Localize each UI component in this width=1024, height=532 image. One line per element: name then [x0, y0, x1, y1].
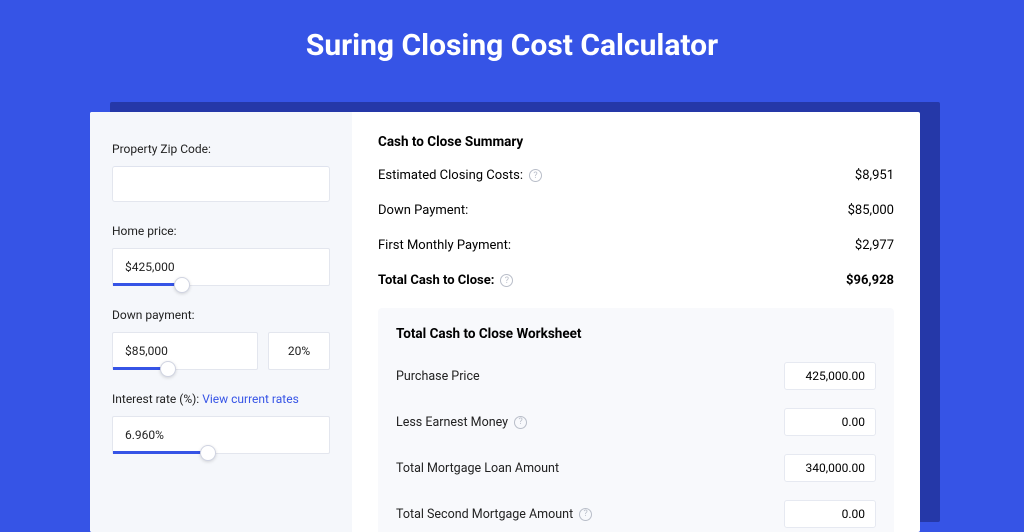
help-icon[interactable]: ? — [500, 274, 513, 287]
interest-label: Interest rate (%): View current rates — [112, 392, 330, 406]
interest-label-text: Interest rate (%): — [112, 392, 202, 406]
worksheet-row: Less Earnest Money ? 0.00 — [396, 408, 876, 436]
help-icon[interactable]: ? — [529, 169, 542, 182]
summary-total-value: $96,928 — [846, 273, 894, 288]
worksheet-value: 0.00 — [842, 507, 865, 521]
interest-value: 6.960% — [125, 428, 164, 442]
summary-value: $8,951 — [855, 168, 894, 183]
view-rates-link[interactable]: View current rates — [202, 392, 299, 406]
worksheet-value: 0.00 — [842, 415, 865, 429]
worksheet-value-input[interactable]: 0.00 — [784, 408, 876, 436]
slider-track — [113, 283, 182, 286]
slider-track — [113, 451, 208, 454]
worksheet-label: Less Earnest Money — [396, 415, 508, 430]
worksheet-heading: Total Cash to Close Worksheet — [396, 326, 876, 342]
interest-group: Interest rate (%): View current rates 6.… — [112, 392, 330, 454]
calculator-card: Property Zip Code: Home price: $425,000 … — [90, 112, 920, 532]
worksheet-label: Total Second Mortgage Amount — [396, 507, 573, 522]
zip-group: Property Zip Code: — [112, 142, 330, 202]
slider-thumb[interactable] — [174, 277, 190, 293]
worksheet-value-input[interactable]: 340,000.00 — [784, 454, 876, 482]
worksheet-value-input[interactable]: 425,000.00 — [784, 362, 876, 390]
help-icon[interactable]: ? — [579, 508, 592, 521]
zip-label: Property Zip Code: — [112, 142, 330, 156]
summary-total-row: Total Cash to Close: ? $96,928 — [378, 273, 894, 288]
home-price-group: Home price: $425,000 — [112, 224, 330, 286]
worksheet-row: Total Mortgage Loan Amount 340,000.00 — [396, 454, 876, 482]
summary-row: Estimated Closing Costs: ? $8,951 — [378, 168, 894, 183]
home-price-label: Home price: — [112, 224, 330, 238]
summary-total-label: Total Cash to Close: — [378, 273, 494, 288]
summary-value: $2,977 — [855, 238, 894, 253]
down-payment-percent-input[interactable]: 20% — [268, 332, 330, 370]
page-title: Suring Closing Cost Calculator — [0, 0, 1024, 87]
summary-value: $85,000 — [848, 203, 894, 218]
summary-label: Estimated Closing Costs: — [378, 168, 523, 183]
input-sidebar: Property Zip Code: Home price: $425,000 … — [90, 112, 352, 532]
worksheet-value-input[interactable]: 0.00 — [784, 500, 876, 528]
results-panel: Cash to Close Summary Estimated Closing … — [352, 112, 920, 532]
summary-heading: Cash to Close Summary — [378, 134, 894, 150]
down-payment-slider[interactable]: $85,000 — [112, 332, 258, 370]
worksheet-row: Total Second Mortgage Amount ? 0.00 — [396, 500, 876, 528]
down-payment-group: Down payment: $85,000 20% — [112, 308, 330, 370]
worksheet-section: Total Cash to Close Worksheet Purchase P… — [378, 308, 894, 532]
interest-slider[interactable]: 6.960% — [112, 416, 330, 454]
zip-input[interactable] — [112, 166, 330, 202]
down-payment-value: $85,000 — [125, 344, 168, 358]
worksheet-value: 340,000.00 — [806, 461, 865, 475]
home-price-slider[interactable]: $425,000 — [112, 248, 330, 286]
down-payment-percent-value: 20% — [288, 344, 310, 358]
worksheet-row: Purchase Price 425,000.00 — [396, 362, 876, 390]
summary-row: Down Payment: $85,000 — [378, 203, 894, 218]
summary-row: First Monthly Payment: $2,977 — [378, 238, 894, 253]
slider-thumb[interactable] — [200, 445, 216, 461]
down-payment-label: Down payment: — [112, 308, 330, 322]
slider-thumb[interactable] — [160, 361, 176, 377]
worksheet-label: Total Mortgage Loan Amount — [396, 461, 559, 476]
worksheet-value: 425,000.00 — [806, 369, 865, 383]
worksheet-label: Purchase Price — [396, 369, 480, 384]
home-price-value: $425,000 — [125, 260, 175, 274]
summary-label: First Monthly Payment: — [378, 238, 511, 253]
summary-label: Down Payment: — [378, 203, 468, 218]
help-icon[interactable]: ? — [514, 416, 527, 429]
